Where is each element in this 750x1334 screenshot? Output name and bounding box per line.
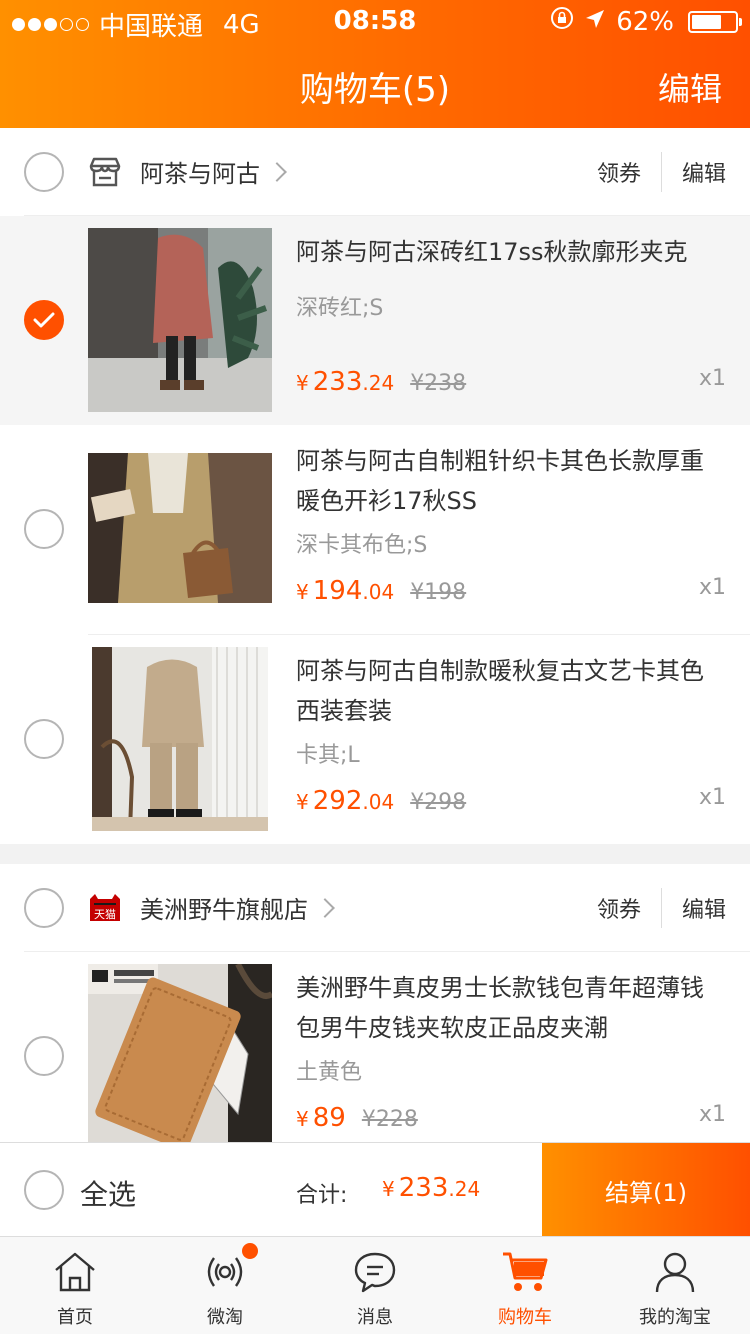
notification-dot xyxy=(242,1243,258,1259)
page-title: 购物车(5) xyxy=(299,70,451,110)
checkout-bar: 全选 合计: ¥233.24 结算(1) xyxy=(0,1142,750,1237)
product-image[interactable] xyxy=(92,647,268,831)
svg-text:天猫: 天猫 xyxy=(94,908,116,921)
tab-label: 消息 xyxy=(357,1307,393,1328)
product-sku[interactable]: 卡其;L xyxy=(296,737,726,769)
item-select-checkbox[interactable] xyxy=(24,509,64,549)
checkout-button[interactable]: 结算(1) xyxy=(542,1143,750,1237)
product-title[interactable]: 阿茶与阿古深砖红17ss秋款廓形夹克 xyxy=(296,232,726,272)
original-price: ¥238 xyxy=(410,371,467,396)
item-select-checkbox[interactable] xyxy=(24,1036,64,1076)
section-gap xyxy=(0,844,750,864)
store-header: 阿茶与阿古 领券 编辑 xyxy=(24,128,750,216)
product-title[interactable]: 美洲野牛真皮男士长款钱包青年超薄钱包男牛皮钱夹软皮正品皮夹潮 xyxy=(296,968,726,1048)
edit-cart-button[interactable]: 编辑 xyxy=(658,64,722,110)
tab-label: 购物车 xyxy=(498,1307,552,1328)
store-section: 阿茶与阿古 领券 编辑 阿茶与阿古深砖红17ss秋款廓形夹克 深砖红;S ¥ 2… xyxy=(0,128,750,844)
product-image[interactable] xyxy=(88,453,272,603)
user-icon xyxy=(650,1247,700,1297)
quantity: x1 xyxy=(698,366,726,391)
store-edit-button[interactable]: 编辑 xyxy=(682,156,726,188)
chevron-right-icon[interactable] xyxy=(315,897,335,918)
original-price: ¥198 xyxy=(410,580,467,605)
tab-cart[interactable]: 购物车 xyxy=(450,1237,600,1334)
chevron-right-icon[interactable] xyxy=(267,161,287,182)
coupon-button[interactable]: 领券 xyxy=(597,892,641,924)
quantity: x1 xyxy=(698,1102,726,1127)
tab-my-taobao[interactable]: 我的淘宝 xyxy=(600,1237,750,1334)
item-select-checkbox[interactable] xyxy=(24,719,64,759)
rotation-lock-icon xyxy=(550,6,574,37)
tmall-icon: 天猫 xyxy=(88,891,122,925)
message-icon xyxy=(350,1247,400,1297)
header: 中国联通 4G 08:58 62% 购物车(5) 编辑 xyxy=(0,0,750,128)
total-label: 合计: xyxy=(296,1183,348,1208)
cart-item[interactable]: 阿茶与阿古深砖红17ss秋款廓形夹克 深砖红;S ¥233.24 ¥238 x1 xyxy=(0,216,750,425)
tab-label: 首页 xyxy=(57,1307,93,1328)
cart-icon xyxy=(500,1247,550,1297)
product-sku[interactable]: 深砖红;S xyxy=(296,290,726,322)
store-edit-button[interactable]: 编辑 xyxy=(682,892,726,924)
quantity: x1 xyxy=(698,785,726,810)
store-select-checkbox[interactable] xyxy=(24,887,64,928)
product-price: ¥292.04 xyxy=(296,786,395,816)
store-select-checkbox[interactable] xyxy=(24,151,64,192)
cart-item[interactable]: 美洲野牛真皮男士长款钱包青年超薄钱包男牛皮钱夹软皮正品皮夹潮 土黄色 ¥89 ¥… xyxy=(0,952,750,1142)
checkmark-icon xyxy=(33,312,55,328)
battery-icon xyxy=(688,10,742,33)
original-price: ¥298 xyxy=(410,790,467,815)
product-title[interactable]: 阿茶与阿古自制款暖秋复古文艺卡其色西装套装 xyxy=(296,651,726,731)
battery-percent: 62% xyxy=(616,6,674,37)
product-price: ¥233.24 xyxy=(296,367,395,397)
product-sku[interactable]: 土黄色 xyxy=(296,1054,726,1086)
divider xyxy=(660,152,662,192)
tab-weitao[interactable]: 微淘 xyxy=(150,1237,300,1334)
store-name[interactable]: 阿茶与阿古 xyxy=(140,154,260,189)
tab-label: 我的淘宝 xyxy=(639,1307,711,1328)
coupon-button[interactable]: 领券 xyxy=(597,156,641,188)
store-header: 天猫 美洲野牛旗舰店 领券 编辑 xyxy=(24,864,750,952)
product-image[interactable] xyxy=(88,964,272,1142)
quantity: x1 xyxy=(698,575,726,600)
cart-item[interactable]: 阿茶与阿古自制粗针织卡其色长款厚重暖色开衫17秋SS 深卡其布色;S ¥194.… xyxy=(0,425,750,634)
cart-list[interactable]: 阿茶与阿古 领券 编辑 阿茶与阿古深砖红17ss秋款廓形夹克 深砖红;S ¥ 2… xyxy=(0,128,750,1142)
select-all-label[interactable]: 全选 xyxy=(80,1173,136,1213)
total-price: ¥233.24 xyxy=(382,1173,481,1203)
item-select-checkbox[interactable] xyxy=(24,300,64,340)
original-price: ¥228 xyxy=(361,1107,418,1132)
store-section: 天猫 美洲野牛旗舰店 领券 编辑 美洲野牛真皮男士长款钱包青年超薄钱包男牛皮钱夹… xyxy=(0,864,750,1142)
tab-messages[interactable]: 消息 xyxy=(300,1237,450,1334)
divider xyxy=(660,888,662,928)
cart-item[interactable]: 阿茶与阿古自制款暖秋复古文艺卡其色西装套装 卡其;L ¥292.04 ¥298 … xyxy=(0,635,750,844)
tab-home[interactable]: 首页 xyxy=(0,1237,150,1334)
product-image[interactable] xyxy=(88,228,272,412)
location-icon xyxy=(584,7,606,37)
tab-bar: 首页 微淘 消息 购物车 我的淘宝 xyxy=(0,1236,750,1334)
home-icon xyxy=(50,1247,100,1297)
product-price: ¥89 xyxy=(296,1103,346,1133)
status-bar: 中国联通 4G 08:58 62% xyxy=(0,0,750,42)
store-name[interactable]: 美洲野牛旗舰店 xyxy=(140,890,308,925)
product-sku[interactable]: 深卡其布色;S xyxy=(296,527,726,559)
shop-icon xyxy=(88,155,122,189)
product-title[interactable]: 阿茶与阿古自制粗针织卡其色长款厚重暖色开衫17秋SS xyxy=(296,441,726,521)
select-all-checkbox[interactable] xyxy=(24,1170,64,1210)
product-price: ¥194.04 xyxy=(296,576,395,606)
tab-label: 微淘 xyxy=(207,1307,243,1328)
